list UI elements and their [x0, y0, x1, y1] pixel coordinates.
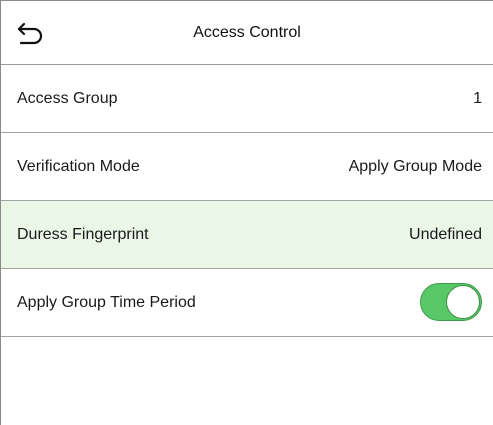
access-control-screen: Access Control Access Group 1 Verificati… — [0, 0, 493, 425]
row-label: Access Group — [17, 90, 118, 107]
row-label: Verification Mode — [17, 158, 140, 175]
toggle-knob — [446, 285, 480, 319]
row-access-group[interactable]: Access Group 1 — [1, 65, 493, 133]
page-title: Access Control — [193, 24, 301, 41]
row-label: Apply Group Time Period — [17, 294, 196, 311]
row-apply-group-time-period[interactable]: Apply Group Time Period — [1, 269, 493, 337]
row-verification-mode[interactable]: Verification Mode Apply Group Mode — [1, 133, 493, 201]
row-value: Apply Group Mode — [348, 158, 482, 175]
row-duress-fingerprint[interactable]: Duress Fingerprint Undefined — [1, 201, 493, 269]
header-bar: Access Control — [1, 1, 493, 65]
row-label: Duress Fingerprint — [17, 226, 149, 243]
apply-group-time-period-toggle[interactable] — [420, 283, 482, 321]
row-value: Undefined — [409, 226, 482, 243]
row-value: 1 — [473, 90, 482, 107]
